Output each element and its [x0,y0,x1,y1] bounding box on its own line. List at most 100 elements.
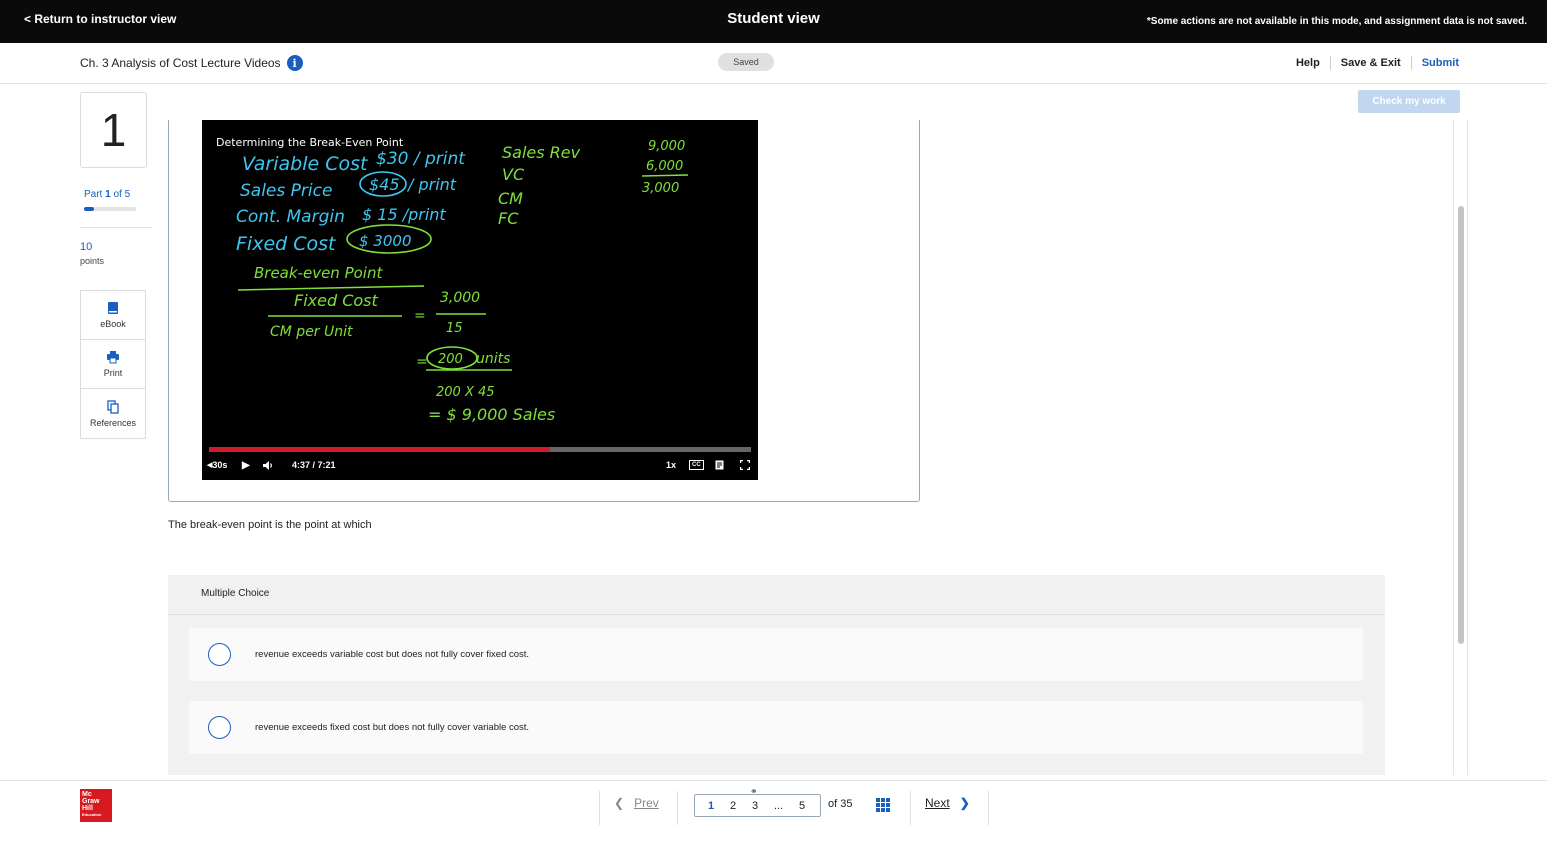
radio-button[interactable] [208,716,231,739]
multiple-choice-panel: Multiple Choice revenue exceeds variable… [168,575,1385,775]
hw-sales-price: Sales Price [240,181,332,201]
video-progress-bar[interactable] [209,447,751,452]
hw-cont-margin-value: $ 15 /print [362,205,446,224]
volume-button[interactable] [262,457,274,473]
help-link[interactable]: Help [1286,57,1330,69]
video-controls: ◀ 30s ▶ 4:37 / 7:21 1x CC [202,457,758,473]
check-my-work-button[interactable]: Check my work [1358,90,1460,113]
logo-line: Hill [82,805,93,812]
speaker-icon [263,460,272,470]
part-suffix: of 5 [113,189,131,200]
ebook-button[interactable]: eBook [81,291,145,340]
question-type-label: Multiple Choice [201,588,270,599]
hw-equals: = [414,308,426,324]
divider [599,791,600,825]
ebook-label: eBook [100,319,126,329]
hw-sales-total: = $ 9,000 Sales [428,405,555,424]
question-type-header: Multiple Choice [168,575,1385,615]
part-progress-fill [84,207,95,211]
play-button[interactable]: ▶ [242,457,250,473]
hw-break-even-point: Break-even Point [254,264,383,282]
question-number: 1 [80,92,147,168]
references-label: References [89,417,137,428]
info-icon[interactable]: i [286,55,303,71]
hw-cm: CM [498,189,523,208]
speed-button[interactable]: 1x [666,457,676,473]
hw-variable-cost: Variable Cost [242,153,369,175]
part-current: 1 [105,189,111,200]
logo-line: Education [82,812,102,817]
print-label: Print [103,368,123,378]
slide-title: Determining the Break-Even Point [216,136,404,149]
return-to-instructor-link[interactable]: < Return to instructor view [24,12,176,26]
hw-units: units [476,351,510,367]
fullscreen-button[interactable] [740,457,750,473]
points-value: 10 [80,241,93,253]
hw-num-3: 3,000 [642,181,679,196]
page-ellipsis: ... [774,800,784,812]
top-bar: < Return to instructor view Student view… [0,0,1547,43]
grid-view-icon[interactable] [876,798,890,812]
references-button[interactable]: References [81,389,145,438]
tools-panel: eBook Print References [80,290,146,439]
mcgraw-hill-logo: Mc Graw Hill Education [80,789,112,822]
assignment-title-wrap: Ch. 3 Analysis of Cost Lecture Videos i [80,55,303,71]
printer-icon [107,351,119,364]
page-3[interactable]: 3 [752,800,758,812]
hw-num-1: 9,000 [648,139,685,154]
rewind-label: 30s [212,460,228,470]
rewind-button[interactable]: ◀ 30s [207,457,227,473]
part-progress-bar [84,207,136,211]
hw-calc: 200 X 45 [436,385,495,400]
fullscreen-icon [740,460,750,470]
hw-vc: VC [502,165,525,184]
hw-underline [641,174,689,177]
answer-choice[interactable]: revenue exceeds fixed cost but does not … [189,701,1363,754]
part-prefix: Part [84,189,103,200]
hw-sales-rev: Sales Rev [502,143,581,162]
hw-denominator: 15 [446,321,463,336]
hw-num-2: 6,000 [646,159,683,174]
page-selector[interactable]: 1 2 3 ... 5 [694,794,821,817]
hw-underline [237,285,425,291]
divider [988,791,989,825]
footer-nav: Mc Graw Hill Education ❮ Prev 1 2 3 ... … [0,780,1547,841]
choice-text: revenue exceeds variable cost but does n… [255,649,530,660]
chevron-right-icon: ❯ [959,796,970,810]
divider [677,791,678,825]
scrollbar-thumb[interactable] [1458,206,1464,644]
hw-per-print: / print [406,175,457,194]
prev-button[interactable]: ❮ Prev [614,796,659,810]
document-icon [715,460,724,470]
hw-numerator: 3,000 [440,290,480,306]
captions-button[interactable]: CC [689,457,704,473]
transcript-button[interactable] [715,457,724,473]
part-indicator: Part 1 of 5 [84,189,130,200]
page-5[interactable]: 5 [799,800,805,812]
hw-fixed-cost: Fixed Cost [236,233,337,255]
hw-sales-price-value: $45 [369,175,400,194]
hw-cm-per-unit: CM per Unit [270,324,353,340]
hw-equals: = [416,354,428,370]
submit-link[interactable]: Submit [1412,57,1459,69]
points-label: points [80,256,105,266]
hw-variable-cost-value: $30 / print [376,149,466,169]
mode-notice: *Some actions are not available in this … [1146,16,1527,27]
next-label: Next [925,796,950,810]
divider [910,791,911,825]
saved-status-badge: Saved [718,53,774,71]
hw-fc: FC [498,209,519,228]
choice-text: revenue exceeds fixed cost but does not … [255,722,530,733]
page-1[interactable]: 1 [708,800,714,812]
hw-units-value: 200 [438,352,463,367]
print-button[interactable]: Print [81,340,145,389]
radio-button[interactable] [208,643,231,666]
save-exit-link[interactable]: Save & Exit [1331,57,1411,69]
prev-label: Prev [634,796,659,810]
video-player[interactable]: Determining the Break-Even Point Variabl… [202,120,758,480]
page-2[interactable]: 2 [730,800,736,812]
video-progress-fill [209,447,551,452]
play-icon: ▶ [242,459,250,471]
answer-choice[interactable]: revenue exceeds variable cost but does n… [189,628,1363,681]
next-button[interactable]: Next ❯ [925,796,970,810]
